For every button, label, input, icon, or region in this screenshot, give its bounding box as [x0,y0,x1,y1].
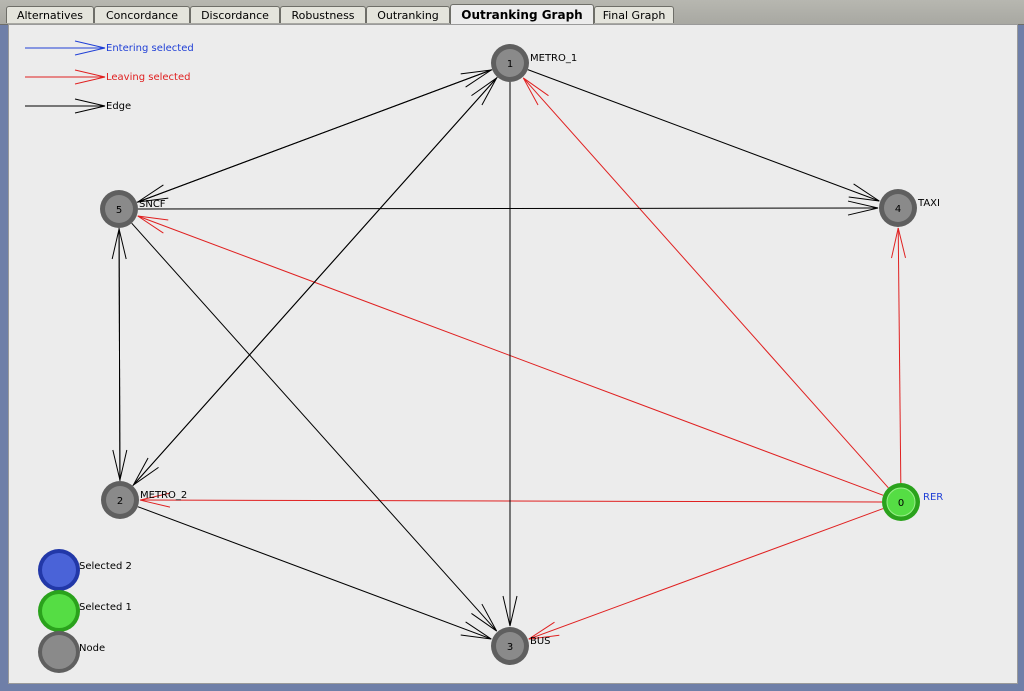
legend-node-label: Selected 1 [79,602,132,613]
edge-2-to-5 [111,228,127,482]
legend-edge-2: Edge [25,98,131,114]
edge-5-to-1 [136,69,492,203]
legend: Entering selected Leaving selected Edge Sel… [25,40,194,673]
legend-edge-label: Edge [106,101,131,112]
node-metro_2[interactable]: 2 METRO_2 [101,481,187,519]
node-label: METRO_1 [530,53,577,64]
node-label: RER [923,492,943,503]
edge-5-to-3 [131,222,498,632]
outranking-graph-canvas[interactable]: Entering selected Leaving selected Edge Sel… [9,25,1017,683]
legend-edge-label: Leaving selected [106,72,190,83]
edge-1-to-4 [527,69,880,202]
tab-bar: Alternatives Concordance Discordance Rob… [0,0,1024,25]
node-id: 3 [507,642,513,653]
nodes-layer: 0 RER 1 METRO_1 2 METRO_2 3 BUS 4 TAXI 5 SNCF [100,44,943,665]
legend-edge-label: Entering selected [106,43,194,54]
tab-concordance[interactable]: Concordance [94,6,190,23]
edge-0-to-4 [891,227,906,484]
edge-0-to-3 [528,508,884,640]
tab-outranking-graph[interactable]: Outranking Graph [450,4,594,24]
tab-alternatives[interactable]: Alternatives [6,6,94,23]
node-taxi[interactable]: 4 TAXI [879,189,940,227]
node-label: TAXI [917,198,940,209]
edge-2-to-3 [137,506,492,640]
legend-node-label: Selected 2 [79,561,132,572]
legend-edge-1: Leaving selected [25,69,190,85]
tab-discordance[interactable]: Discordance [190,6,280,23]
edge-0-to-2 [139,492,883,508]
legend-node-0: Selected 2 [38,549,132,591]
node-bus[interactable]: 3 BUS [491,627,551,665]
edge-5-to-4 [137,200,879,216]
node-label: SNCF [139,199,166,210]
legend-edge-0: Entering selected [25,40,194,56]
node-metro_1[interactable]: 1 METRO_1 [491,44,577,82]
graph-panel: Entering selected Leaving selected Edge Sel… [8,24,1018,684]
edge-0-to-1 [522,77,889,489]
node-id: 4 [895,204,901,215]
tab-final-graph[interactable]: Final Graph [594,6,674,23]
edges-layer [111,69,906,640]
node-id: 2 [117,496,123,507]
node-id: 1 [507,59,513,70]
node-id: 5 [116,205,122,216]
legend-node-1: Selected 1 [38,590,132,632]
node-id: 0 [898,498,904,509]
tab-robustness[interactable]: Robustness [280,6,366,23]
tab-outranking[interactable]: Outranking [366,6,450,23]
legend-node-label: Node [79,643,105,654]
node-rer[interactable]: 0 RER [882,483,943,521]
node-label: METRO_2 [140,490,187,501]
legend-node-2: Node [38,631,105,673]
edge-2-to-1 [132,77,498,487]
node-label: BUS [530,636,551,647]
